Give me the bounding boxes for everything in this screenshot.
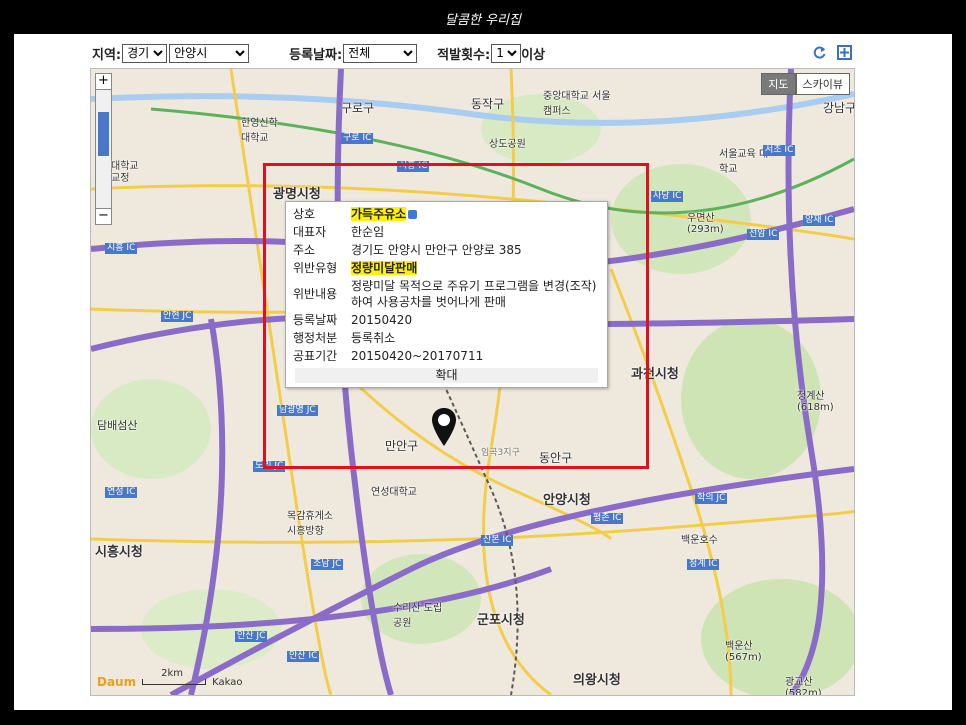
info-row-name: 상호 가득주유소 xyxy=(286,205,607,223)
zoom-slider-level xyxy=(98,112,109,156)
place-label: 백운산 (567m) xyxy=(725,641,762,663)
region-label: 지역: xyxy=(92,47,122,63)
place-label: 군포시청 xyxy=(477,613,525,628)
place-label: 담배섬산 xyxy=(97,419,138,432)
interchange-label: 안현 JC xyxy=(161,311,194,322)
place-label: 백운호수 xyxy=(681,535,718,546)
info-window: 상호 가득주유소 대표자 한순임 주소 경기도 안양시 만안구 안양로 385 … xyxy=(285,201,608,388)
info-row-violation-detail: 위반내용 정량미달 목적으로 주유기 프로그램을 변경(조작)하여 사용공차를 … xyxy=(286,277,607,311)
zoom-control: + − xyxy=(95,73,112,225)
place-label: 상도공원 xyxy=(489,139,526,150)
place-label: 우면산 (293m) xyxy=(687,213,724,235)
map-type-tab-map[interactable]: 지도 xyxy=(761,73,796,95)
map-tools xyxy=(812,45,852,60)
region-city-select[interactable]: 안양시 xyxy=(169,43,250,63)
map-scale: Daum 2km Kakao xyxy=(97,668,243,689)
info-value-wrap: 가득주유소 xyxy=(351,206,600,222)
interchange-label: 조남 JC xyxy=(311,559,344,570)
place-label: 목감휴게소 시흥방향 xyxy=(287,511,333,537)
info-row-owner: 대표자 한순임 xyxy=(286,223,607,241)
map-type-tab-skyview[interactable]: 스카이뷰 xyxy=(795,73,850,95)
violation-type: 정량미달판매 xyxy=(351,261,418,275)
fullscreen-icon[interactable] xyxy=(837,45,852,60)
count-label: 적발횟수: xyxy=(437,47,491,63)
info-value: 정량미달 목적으로 주유기 프로그램을 변경(조작)하여 사용공차를 벗어나게 … xyxy=(351,279,597,309)
daum-logo: Daum xyxy=(97,675,137,689)
info-value: 20150420~20170711 xyxy=(351,349,484,363)
station-name: 가득주유소 xyxy=(351,207,407,221)
interchange-label: 안산 JC xyxy=(235,631,268,642)
place-label: 교정 xyxy=(111,173,130,184)
place-label: 연성대학교 xyxy=(371,487,417,498)
date-label: 등록날짜: xyxy=(289,47,343,63)
place-label: 구로구 xyxy=(341,101,375,115)
scale-bar: 2km xyxy=(142,668,207,685)
info-key: 주소 xyxy=(293,243,316,257)
place-label: 한영신학 대학교 xyxy=(241,118,278,144)
place-label: 수리산 도립공원 xyxy=(393,603,443,629)
info-key: 위반내용 xyxy=(293,287,338,301)
info-row-date: 등록날짜 20150420 xyxy=(286,311,607,329)
interchange-label: 사당 IC xyxy=(651,191,684,202)
info-key: 공표기간 xyxy=(293,349,338,363)
region-province-select[interactable]: 경기 xyxy=(122,43,168,63)
count-select[interactable]: 1 xyxy=(491,43,522,63)
kakao-logo: Kakao xyxy=(212,676,243,688)
place-label: 중앙대학교 서울캠퍼스 xyxy=(543,91,611,117)
date-select[interactable]: 전체 xyxy=(343,43,418,63)
info-value: 한순임 xyxy=(351,225,385,239)
info-row-period: 공표기간 20150420~20170711 xyxy=(286,347,607,365)
interchange-label: 양재 IC xyxy=(803,215,836,226)
page-content: 지역: 경기 안양시 등록날짜: 전체 적발횟수: 1 이상 + − 지도 스카… xyxy=(14,34,952,710)
zoom-in-button[interactable]: + xyxy=(95,73,112,90)
zoom-slider[interactable] xyxy=(95,90,112,208)
interchange-label: 선암 IC xyxy=(747,229,780,240)
interchange-label: 시흥 IC xyxy=(105,243,138,254)
refresh-icon[interactable] xyxy=(812,45,827,60)
detail-badge-icon[interactable] xyxy=(408,210,418,219)
place-label: 의왕시청 xyxy=(573,673,621,688)
info-row-violation-type: 위반유형 정량미달판매 xyxy=(286,259,607,277)
filter-bar: 지역: 경기 안양시 등록날짜: 전체 적발횟수: 1 이상 xyxy=(92,42,545,64)
interchange-label: 연성 IC xyxy=(105,487,138,498)
place-label: 동작구 xyxy=(471,97,505,111)
place-label: 청계산 (618m) xyxy=(797,391,834,413)
info-value: 경기도 안양시 만안구 안양로 385 xyxy=(351,243,522,257)
info-row-action: 행정처분 등록취소 xyxy=(286,329,607,347)
expand-button[interactable]: 확대 xyxy=(295,368,598,383)
info-key: 위반유형 xyxy=(293,261,338,275)
interchange-label: 안산 IC xyxy=(287,651,320,662)
map-canvas[interactable]: + − 지도 스카이뷰 구로구 동작구 중앙대학교 서울캠퍼스 한영신학 대학교… xyxy=(90,68,855,696)
interchange-label: 청계 IC xyxy=(687,559,720,570)
place-label: 안양시청 xyxy=(543,493,591,508)
info-key: 대표자 xyxy=(293,225,327,239)
interchange-label: 구로 IC xyxy=(341,133,374,144)
map-type-switch: 지도 스카이뷰 xyxy=(761,73,850,95)
zoom-out-button[interactable]: − xyxy=(95,208,112,225)
place-label: 시흥시청 xyxy=(95,545,143,560)
window-title: 달콤한 우리집 xyxy=(14,8,952,34)
interchange-label: 학의 JC xyxy=(695,493,728,504)
info-key: 등록날짜 xyxy=(293,313,338,327)
info-value: 20150420 xyxy=(351,313,413,327)
interchange-label: 평촌 IC xyxy=(591,513,624,524)
info-value: 등록취소 xyxy=(351,331,396,345)
info-key: 행정처분 xyxy=(293,331,338,345)
place-label: 광교산 (582m) xyxy=(785,677,822,696)
count-suffix: 이상 xyxy=(521,47,546,63)
info-row-address: 주소 경기도 안양시 만안구 안양로 385 xyxy=(286,241,607,259)
interchange-label: 서초 IC xyxy=(763,145,796,156)
scale-label: 2km xyxy=(161,668,184,679)
place-label: 서울교육 대학교 xyxy=(719,149,769,175)
place-label: 강남구 xyxy=(823,101,855,115)
interchange-label: 산본 IC xyxy=(481,535,514,546)
info-key: 상호 xyxy=(293,207,316,221)
